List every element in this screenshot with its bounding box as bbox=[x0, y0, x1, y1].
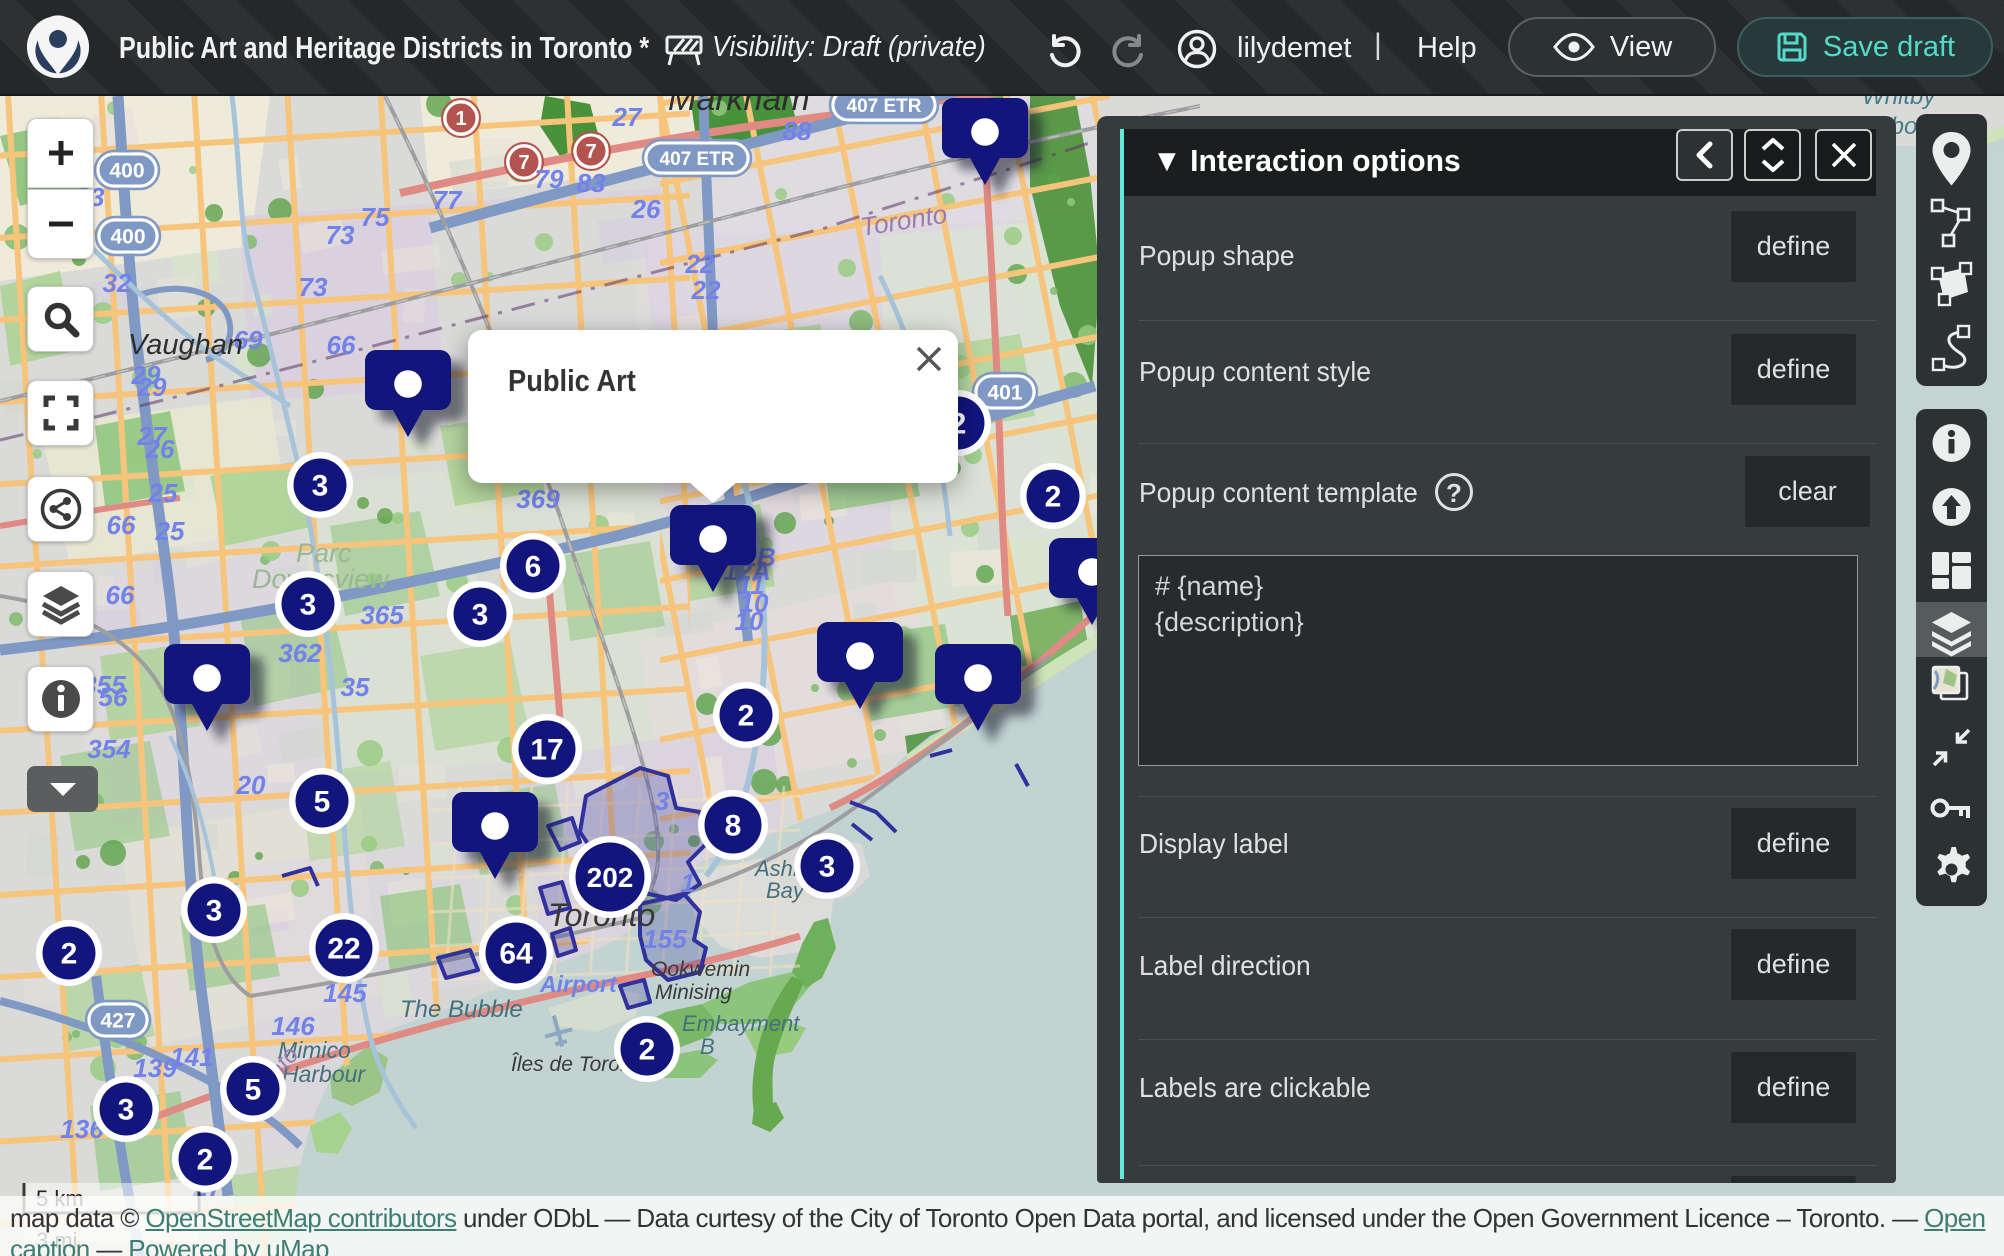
svg-text:3: 3 bbox=[472, 599, 489, 632]
svg-text:17: 17 bbox=[530, 734, 563, 767]
svg-text:2: 2 bbox=[639, 1034, 656, 1067]
svg-text:Ookwemin: Ookwemin bbox=[651, 958, 750, 981]
svg-text:77: 77 bbox=[433, 185, 463, 215]
svg-text:2: 2 bbox=[197, 1144, 214, 1177]
svg-text:3: 3 bbox=[819, 851, 836, 884]
svg-text:3: 3 bbox=[118, 1094, 135, 1127]
svg-text:22: 22 bbox=[691, 275, 721, 305]
svg-text:66: 66 bbox=[327, 330, 356, 360]
svg-text:354: 354 bbox=[87, 734, 131, 764]
svg-text:400: 400 bbox=[110, 226, 145, 249]
svg-text:25: 25 bbox=[148, 478, 178, 508]
svg-text:20: 20 bbox=[236, 770, 266, 800]
svg-text:1: 1 bbox=[681, 868, 695, 898]
svg-text:29: 29 bbox=[137, 372, 167, 402]
svg-text:Whitby: Whitby bbox=[1862, 96, 1937, 110]
svg-text:6: 6 bbox=[525, 551, 542, 584]
svg-text:3: 3 bbox=[312, 470, 329, 503]
svg-text:427: 427 bbox=[100, 1010, 135, 1033]
svg-text:2: 2 bbox=[1045, 481, 1062, 514]
svg-text:Markham: Markham bbox=[668, 96, 810, 118]
svg-text:7: 7 bbox=[585, 141, 596, 163]
svg-text:141: 141 bbox=[170, 1042, 213, 1072]
svg-text:35: 35 bbox=[341, 672, 370, 702]
svg-text:79: 79 bbox=[535, 164, 564, 194]
svg-text:Airport: Airport bbox=[539, 971, 618, 997]
svg-text:27: 27 bbox=[612, 102, 643, 132]
svg-text:362: 362 bbox=[278, 638, 322, 668]
svg-text:66: 66 bbox=[107, 510, 136, 540]
svg-text:64: 64 bbox=[499, 938, 533, 971]
svg-text:7: 7 bbox=[518, 152, 529, 174]
svg-text:32: 32 bbox=[103, 268, 132, 298]
svg-text:83: 83 bbox=[577, 168, 606, 198]
svg-text:5: 5 bbox=[245, 1074, 262, 1107]
svg-text:56: 56 bbox=[99, 682, 128, 712]
svg-text:8: 8 bbox=[725, 810, 742, 843]
svg-text:407 ETR: 407 ETR bbox=[847, 96, 922, 117]
svg-text:B: B bbox=[700, 1034, 715, 1059]
svg-text:1: 1 bbox=[455, 108, 466, 130]
svg-text:10: 10 bbox=[735, 606, 764, 636]
svg-text:369: 369 bbox=[516, 484, 560, 514]
svg-text:22: 22 bbox=[327, 933, 360, 966]
svg-text:73: 73 bbox=[299, 272, 328, 302]
svg-text:26: 26 bbox=[145, 434, 175, 464]
svg-text:5: 5 bbox=[314, 786, 331, 819]
svg-text:3: 3 bbox=[300, 589, 317, 622]
svg-text:Îles de Toron: Îles de Toron bbox=[511, 1053, 632, 1076]
svg-text:73: 73 bbox=[326, 220, 355, 250]
svg-text:26: 26 bbox=[631, 194, 661, 224]
svg-text:Minising: Minising bbox=[655, 981, 732, 1004]
svg-text:66: 66 bbox=[106, 580, 135, 610]
svg-text:2: 2 bbox=[738, 700, 755, 733]
svg-text:Embayment: Embayment bbox=[682, 1011, 800, 1036]
svg-text:88: 88 bbox=[783, 116, 812, 146]
svg-text:407 ETR: 407 ETR bbox=[660, 149, 735, 170]
svg-text:75: 75 bbox=[361, 202, 390, 232]
svg-text:25: 25 bbox=[155, 516, 185, 546]
svg-text:139: 139 bbox=[133, 1053, 177, 1083]
svg-text:2: 2 bbox=[61, 938, 78, 971]
svg-text:3: 3 bbox=[206, 895, 223, 928]
svg-text:202: 202 bbox=[587, 862, 634, 893]
svg-text:401: 401 bbox=[987, 382, 1022, 405]
svg-text:Vaughan: Vaughan bbox=[128, 329, 243, 361]
svg-text:3: 3 bbox=[655, 786, 670, 816]
svg-text:400: 400 bbox=[109, 160, 144, 183]
svg-text:365: 365 bbox=[360, 600, 404, 630]
svg-text:The Bubble: The Bubble bbox=[400, 996, 523, 1023]
